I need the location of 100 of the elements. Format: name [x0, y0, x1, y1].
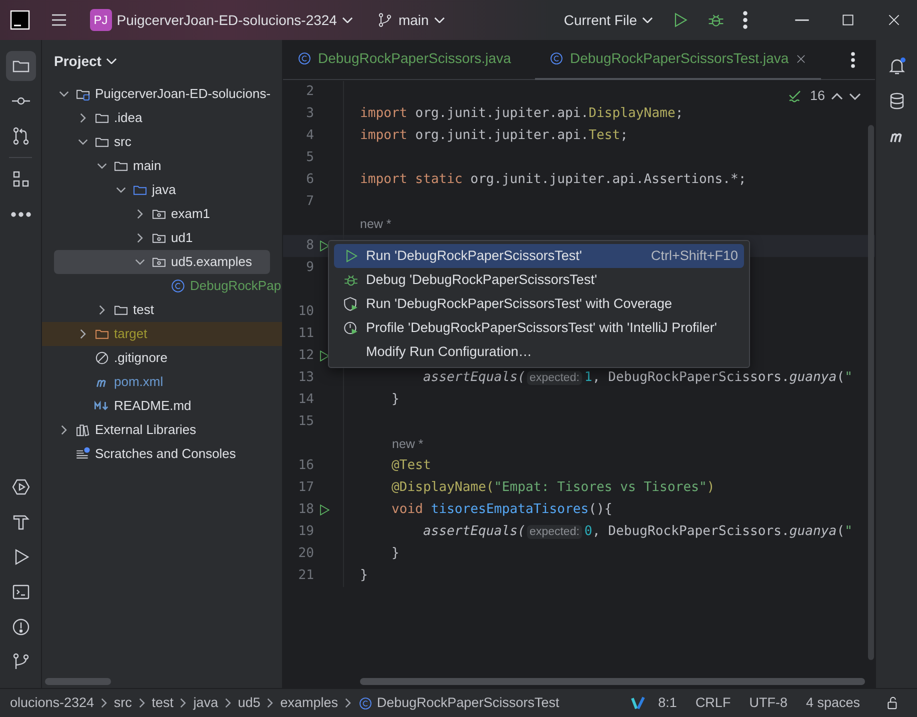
line-number: 21 [297, 567, 314, 586]
code-line: import static org.junit.jupiter.api.Assertions.*; [360, 171, 746, 190]
menu-item-label: Modify Run Configuration… [366, 342, 532, 361]
chevron-icon [345, 698, 351, 708]
shortcut-label: Ctrl+Shift+F10 [650, 246, 738, 265]
code-author-hint[interactable]: new * [360, 214, 392, 234]
tree-item[interactable]: .idea [54, 106, 282, 130]
close-icon [794, 52, 807, 64]
tree-item[interactable]: Scratches and Consoles [54, 442, 282, 466]
tree-item[interactable]: exam1 [54, 202, 282, 226]
bell-icon [886, 56, 906, 76]
vertical-scrollbar[interactable] [868, 125, 874, 660]
warning-icon [10, 617, 30, 637]
line-number: 15 [297, 413, 314, 432]
code-line: assertEquals( expected: 1, DebugRockPaperScissors.guanya(" [422, 369, 852, 388]
breadcrumb-item[interactable]: examples [280, 692, 338, 714]
inspection-widget[interactable]: 16 [788, 86, 861, 106]
caret-icon [642, 16, 653, 24]
tree-item[interactable]: ud5.examples [54, 250, 270, 274]
chevron-icon [138, 698, 145, 708]
line-number: 20 [297, 545, 314, 564]
line-number: 18 [297, 501, 314, 520]
menu-item[interactable]: Debug 'DebugRockPaperScissorsTest' [334, 268, 744, 292]
app-logo-icon [10, 10, 30, 30]
chevron-icon [225, 698, 231, 708]
caret-position[interactable]: 8:1 [652, 692, 683, 714]
prohibited-icon [94, 350, 110, 366]
menu-item-label: Profile 'DebugRockPaperScissorsTest' with 'IntelliJ Profiler' [366, 318, 717, 337]
tree-item[interactable]: main [54, 154, 282, 178]
tree-item[interactable]: pom.xml [54, 370, 282, 394]
tree-item[interactable]: ud1 [54, 226, 282, 250]
code-line: void tisoresEmpataTisores(){ [390, 501, 612, 520]
breadcrumb-item[interactable]: test [152, 692, 174, 714]
tree-item[interactable]: .gitignore [54, 346, 282, 370]
tree-item[interactable]: test [54, 298, 282, 322]
branch-icon [377, 12, 394, 28]
run-config-selector[interactable]: Current File [558, 6, 659, 34]
code-line: @DisplayName("Empat: Tisores vs Tisores") [390, 479, 715, 498]
class-icon [170, 278, 186, 294]
code-author-hint[interactable]: new * [392, 434, 424, 454]
more-icon [743, 11, 748, 29]
breadcrumb-item[interactable]: src [114, 692, 132, 714]
code-line: assertEquals( expected: 0, DebugRockPaperScissors.guanya(" [422, 523, 852, 542]
line-number: 14 [297, 391, 314, 410]
terminal-icon [10, 582, 30, 602]
tree-item[interactable]: External Libraries [54, 418, 282, 442]
menu-item-label: Debug 'DebugRockPaperScissorsTest' [366, 270, 598, 289]
tree-item[interactable]: src [54, 130, 282, 154]
chevron-icon [180, 698, 186, 708]
parameter-hint: expected: [526, 371, 582, 386]
pull-request-icon [10, 126, 30, 146]
plugin-logo-icon [630, 695, 646, 711]
horizontal-scrollbar[interactable] [45, 678, 111, 685]
code-line: import org.junit.jupiter.api.DisplayName; [360, 105, 684, 124]
tree-item[interactable]: DebugRockPap [54, 274, 282, 298]
tree-item[interactable]: README.md [54, 394, 282, 418]
shield-icon [343, 296, 359, 312]
menu-item[interactable]: Profile 'DebugRockPaperScissorsTest' with 'IntelliJ Profiler' [334, 316, 744, 340]
line-number: 11 [297, 325, 314, 344]
branch-name: main [398, 10, 429, 30]
file-encoding[interactable]: UTF-8 [743, 692, 794, 714]
breadcrumb-item[interactable]: ud5 [238, 692, 260, 714]
menu-item[interactable]: Modify Run Configuration… [334, 340, 744, 364]
indent-setting[interactable]: 4 spaces [800, 692, 866, 714]
caret-icon [106, 58, 118, 64]
menu-item[interactable]: Run 'DebugRockPaperScissorsTest' with Coverage [334, 292, 744, 316]
project-tool-button[interactable] [6, 51, 36, 81]
run-config-label: Current File [564, 10, 637, 30]
line-number: 19 [297, 523, 314, 542]
line-number: 16 [297, 457, 314, 476]
project-view-selector[interactable]: Project [54, 50, 118, 72]
line-number: 17 [297, 479, 314, 498]
editor-tab[interactable]: DebugRockPaperScissorsTest.java [534, 40, 821, 80]
line-number: 3 [305, 105, 314, 124]
more-icon [10, 212, 30, 216]
structure-icon [10, 169, 30, 189]
code-line: import org.junit.jupiter.api.Test; [360, 127, 628, 146]
code-line: } [390, 391, 400, 410]
line-number: 13 [297, 369, 314, 388]
close-icon [886, 12, 902, 28]
library-icon [75, 422, 91, 438]
editor-tab[interactable]: DebugRockPaperScissors.java [283, 40, 525, 80]
project-selector[interactable]: PJ PuigcerverJoan-ED-solucions-2324 [84, 5, 359, 35]
line-separator[interactable]: CRLF [689, 692, 737, 714]
tree-item[interactable]: java [54, 178, 282, 202]
breadcrumb-item[interactable]: java [193, 692, 218, 714]
horizontal-scrollbar[interactable] [360, 678, 865, 685]
branch-selector[interactable]: main [371, 6, 451, 34]
project-badge: PJ [90, 9, 112, 31]
chevron-icon [101, 698, 107, 708]
line-number: 8 [305, 237, 314, 256]
line-number: 5 [305, 149, 314, 168]
tree-item[interactable]: PuigcerverJoan-ED-solucions- [54, 82, 282, 106]
breadcrumb-item[interactable]: olucions-2324 [10, 692, 94, 714]
code-line: @Test [390, 457, 431, 476]
menu-item[interactable]: Run 'DebugRockPaperScissorsTest' Ctrl+Shift+F10 [334, 244, 744, 268]
menu-item-label: Run 'DebugRockPaperScissorsTest' [366, 246, 582, 265]
chevron-icon [267, 698, 274, 708]
tree-item[interactable]: target [42, 322, 282, 346]
breadcrumb-item[interactable]: DebugRockPaperScissorsTest [358, 692, 560, 714]
